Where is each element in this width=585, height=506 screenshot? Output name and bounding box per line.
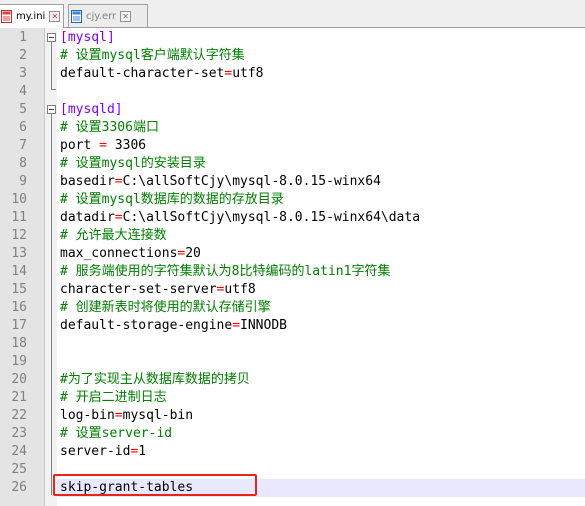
equals-operator: = (114, 408, 123, 423)
fold-toggle-mysqld[interactable] (47, 105, 56, 114)
line-number: 1 (19, 30, 27, 45)
line-number: 17 (11, 318, 27, 333)
code-line[interactable]: # 创建新表时将使用的默认存储引擎 (60, 299, 271, 317)
file-icon (71, 9, 82, 23)
code-text: utf8 (224, 282, 256, 297)
line-number: 16 (11, 300, 27, 315)
code-text: datadir (60, 210, 115, 225)
highlight-box (53, 474, 257, 496)
line-number: 18 (11, 336, 27, 351)
comment-text: # 服务端使用的字符集默认为8比特编码的latin1字符集 (60, 264, 391, 279)
code-text: C:\allSoftCjy\mysql-8.0.15-winx64 (122, 174, 381, 189)
tab-cjy-err[interactable]: cjy.err ✕ (68, 4, 148, 27)
code-text: max_connections (60, 246, 178, 261)
comment-text: # 设置mysql客户端默认字符集 (60, 48, 245, 63)
code-line[interactable]: datadir=C:\allSoftCjy\mysql-8.0.15-winx6… (60, 209, 420, 227)
line-number: 25 (11, 462, 27, 477)
equals-operator: = (114, 210, 123, 225)
code-text: 1 (138, 444, 147, 459)
fold-end (51, 89, 56, 90)
comment-text: # 创建新表时将使用的默认存储引擎 (60, 300, 271, 315)
line-number: 12 (11, 228, 27, 243)
code-line[interactable]: # 设置server-id (60, 425, 172, 443)
fold-line (51, 114, 52, 495)
section-header: [mysql] (60, 30, 115, 45)
code-line[interactable]: [mysql] (60, 29, 115, 47)
code-line[interactable]: default-storage-engine=INNODB (60, 317, 287, 335)
tab-label: my.ini (16, 11, 46, 22)
equals-operator: = (99, 138, 107, 153)
code-text: 3306 (106, 138, 147, 153)
code-text: 20 (185, 246, 201, 261)
line-number: 26 (11, 480, 27, 495)
code-line[interactable]: port = 3306 (60, 137, 146, 155)
comment-text: #为了实现主从数据库数据的拷贝 (60, 372, 250, 387)
code-text: utf8 (232, 66, 264, 81)
section-header: [mysqld] (60, 102, 123, 117)
code-text: default-storage-engine (60, 318, 233, 333)
line-number: 21 (11, 390, 27, 405)
fold-line (51, 42, 52, 89)
tab-bar: my.ini ✕ cjy.err ✕ (0, 0, 585, 28)
code-line[interactable]: # 设置mysql数据库的数据的存放目录 (60, 191, 284, 209)
close-icon[interactable]: ✕ (49, 11, 61, 22)
line-number: 20 (11, 372, 27, 387)
line-number: 2 (19, 48, 27, 63)
equals-operator: = (114, 174, 123, 189)
close-icon[interactable]: ✕ (120, 10, 132, 22)
code-text: INNODB (240, 318, 287, 333)
code-line[interactable]: [mysqld] (60, 101, 123, 119)
comment-text: # 设置mysql数据库的数据的存放目录 (60, 192, 284, 207)
line-number: 19 (11, 354, 27, 369)
code-line[interactable]: basedir=C:\allSoftCjy\mysql-8.0.15-winx6… (60, 173, 381, 191)
file-icon (1, 10, 12, 23)
line-number: 23 (11, 426, 27, 441)
code-line[interactable]: # 开启二进制日志 (60, 389, 167, 407)
code-text: C:\allSoftCjy\mysql-8.0.15-winx64\data (122, 210, 421, 225)
code-text: mysql-bin (122, 408, 194, 423)
fold-toggle-mysql[interactable] (47, 33, 56, 42)
code-text: basedir (60, 174, 115, 189)
code-line[interactable]: # 服务端使用的字符集默认为8比特编码的latin1字符集 (60, 263, 390, 281)
code-text: character-set-server (60, 282, 217, 297)
comment-text: # 允许最大连接数 (60, 228, 167, 243)
line-number: 9 (19, 174, 27, 189)
tab-label: cjy.err (86, 10, 117, 22)
line-number: 8 (19, 156, 27, 171)
line-number: 22 (11, 408, 27, 423)
line-number: 6 (19, 120, 27, 135)
comment-text: # 开启二进制日志 (60, 390, 167, 405)
code-line[interactable]: # 设置mysql的安装目录 (60, 155, 206, 173)
code-line[interactable]: # 设置3306端口 (60, 119, 159, 137)
line-number: 11 (11, 210, 27, 225)
code-text: log-bin (60, 408, 115, 423)
line-number: 5 (19, 102, 27, 117)
code-line[interactable]: character-set-server=utf8 (60, 281, 256, 299)
code-line[interactable]: server-id=1 (60, 443, 146, 461)
code-text: port (60, 138, 100, 153)
code-text: default-character-set (60, 66, 225, 81)
comment-text: # 设置mysql的安装目录 (60, 156, 206, 171)
line-number: 24 (11, 444, 27, 459)
line-number: 7 (19, 138, 27, 153)
equals-operator: = (232, 318, 241, 333)
code-line[interactable]: max_connections=20 (60, 245, 201, 263)
line-number: 14 (11, 264, 27, 279)
code-line[interactable]: # 设置mysql客户端默认字符集 (60, 47, 245, 65)
tab-my-ini[interactable]: my.ini ✕ (0, 4, 64, 28)
comment-text: # 设置server-id (60, 426, 173, 441)
code-line[interactable]: log-bin=mysql-bin (60, 407, 193, 425)
line-number: 3 (19, 66, 27, 81)
line-number: 15 (11, 282, 27, 297)
code-line[interactable]: default-character-set=utf8 (60, 65, 264, 83)
line-number: 4 (19, 84, 27, 99)
code-line[interactable]: #为了实现主从数据库数据的拷贝 (60, 371, 250, 389)
code-line[interactable]: # 允许最大连接数 (60, 227, 167, 245)
comment-text: # 设置3306端口 (60, 120, 159, 135)
line-number: 13 (11, 246, 27, 261)
code-text: server-id (60, 444, 131, 459)
line-number: 10 (11, 192, 27, 207)
